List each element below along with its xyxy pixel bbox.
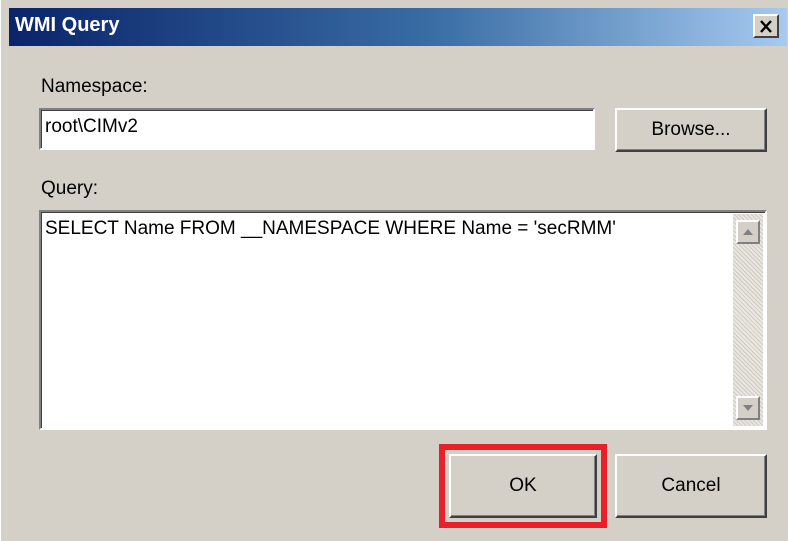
close-button[interactable] bbox=[753, 14, 779, 38]
scroll-up-arrow-icon bbox=[743, 229, 753, 235]
query-scrollbar[interactable] bbox=[733, 214, 763, 426]
window-title: WMI Query bbox=[15, 14, 120, 36]
close-x-icon bbox=[760, 19, 772, 33]
scroll-down-button[interactable] bbox=[736, 396, 760, 420]
namespace-field[interactable]: root\CIMv2 bbox=[39, 108, 595, 150]
scroll-down-arrow-icon bbox=[743, 405, 753, 411]
query-label: Query: bbox=[41, 178, 99, 199]
ok-button[interactable]: OK bbox=[449, 454, 597, 518]
wmi-query-dialog: WMI Query Namespace: root\CIMv2 Browse..… bbox=[0, 0, 788, 541]
title-bar[interactable]: WMI Query bbox=[9, 8, 787, 46]
query-text: SELECT Name FROM __NAMESPACE WHERE Name … bbox=[45, 218, 616, 239]
namespace-label: Namespace: bbox=[41, 76, 148, 97]
browse-button[interactable]: Browse... bbox=[615, 108, 767, 152]
query-textarea[interactable]: SELECT Name FROM __NAMESPACE WHERE Name … bbox=[39, 210, 767, 430]
cancel-button[interactable]: Cancel bbox=[615, 454, 767, 518]
scroll-up-button[interactable] bbox=[736, 220, 760, 244]
